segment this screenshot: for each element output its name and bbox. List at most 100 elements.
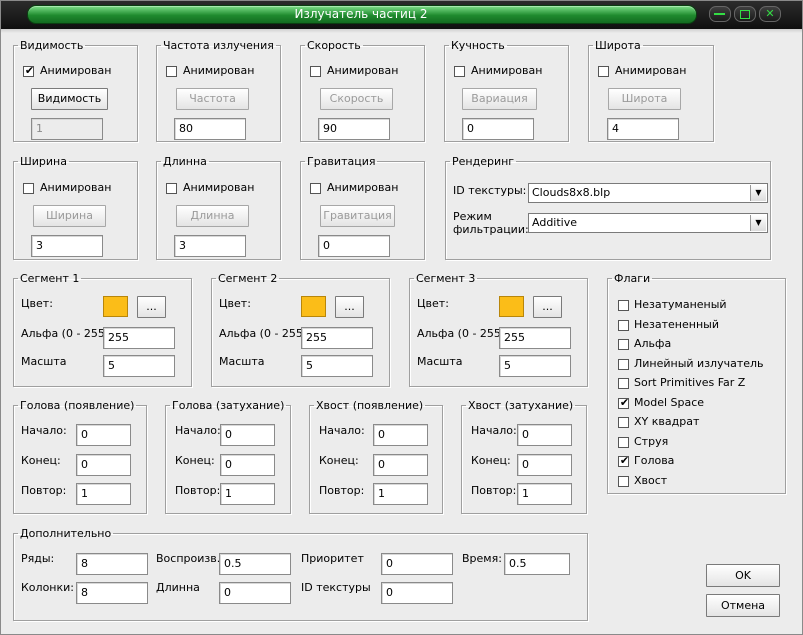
texture-id-field[interactable]: 0 [381, 582, 453, 604]
flag-checkbox-7[interactable] [618, 437, 629, 448]
color-picker-button[interactable]: ... [335, 296, 364, 318]
dialog-window: Излучатель частиц 2 ✕ Видимость ✔ Анимир… [0, 0, 803, 635]
playback-field[interactable]: 0.5 [219, 553, 291, 575]
repeat-field[interactable]: 1 [220, 483, 275, 505]
animated-label: Анимирован [615, 64, 687, 77]
group-title: Видимость [20, 39, 84, 52]
color-swatch[interactable] [499, 296, 524, 317]
flag-checkbox-4[interactable] [618, 378, 629, 389]
repeat-field[interactable]: 1 [373, 483, 428, 505]
scale-field[interactable]: 5 [103, 355, 175, 377]
cancel-button[interactable]: Отмена [706, 594, 780, 617]
start-label: Начало: [175, 424, 221, 437]
scale-field[interactable]: 5 [499, 355, 571, 377]
columns-field[interactable]: 8 [76, 582, 148, 604]
priority-field[interactable]: 0 [381, 553, 453, 575]
visibility-button[interactable]: Видимость [31, 88, 108, 110]
time-field[interactable]: 0.5 [504, 553, 570, 575]
repeat-field[interactable]: 1 [517, 483, 572, 505]
animated-label: Анимирован [471, 64, 543, 77]
animated-label: Анимирован [327, 181, 399, 194]
animated-checkbox[interactable] [310, 183, 321, 194]
color-swatch[interactable] [103, 296, 128, 317]
flag-checkbox-9[interactable] [618, 476, 629, 487]
close-button[interactable]: ✕ [759, 6, 781, 22]
gravity-value-field[interactable]: 0 [318, 235, 390, 257]
group-title: Широта [595, 39, 641, 52]
end-field[interactable]: 0 [76, 454, 131, 476]
filter-mode-select[interactable]: Additive ▼ [528, 213, 768, 233]
end-label: Конец: [175, 454, 215, 467]
alpha-field[interactable]: 255 [103, 327, 175, 349]
scale-label: Масшта [21, 355, 67, 368]
color-swatch[interactable] [301, 296, 326, 317]
color-label: Цвет: [417, 297, 449, 310]
scale-field[interactable]: 5 [301, 355, 373, 377]
end-field[interactable]: 0 [517, 454, 572, 476]
flag-checkbox-3[interactable] [618, 359, 629, 370]
repeat-field[interactable]: 1 [76, 483, 131, 505]
animated-checkbox[interactable]: ✔ [23, 64, 34, 77]
rate-value-field[interactable]: 80 [174, 118, 246, 140]
flag-checkbox-1[interactable] [618, 320, 629, 331]
group-flags: Флаги Незатуманеный Незатененный Альфа Л… [607, 272, 786, 494]
group-speed: Скорость Анимирован Скорость 90 [300, 39, 425, 142]
flag-checkbox-5[interactable]: ✔ [618, 396, 629, 409]
group-title: Голова (появление) [20, 399, 135, 412]
chevron-down-icon: ▼ [750, 185, 766, 201]
flag-label-7: Струя [634, 435, 669, 448]
flag-checkbox-2[interactable] [618, 339, 629, 350]
animated-checkbox[interactable] [454, 66, 465, 77]
flag-label-6: XY квадрат [634, 415, 700, 428]
animated-checkbox[interactable] [23, 183, 34, 194]
alpha-field[interactable]: 255 [301, 327, 373, 349]
end-field[interactable]: 0 [373, 454, 428, 476]
animated-checkbox[interactable] [166, 66, 177, 77]
flag-checkbox-8[interactable]: ✔ [618, 454, 629, 467]
start-field[interactable]: 0 [373, 424, 428, 446]
group-latitude: Широта Анимирован Широта 4 [588, 39, 714, 142]
gravity-button: Гравитация [320, 205, 395, 227]
speed-value-field[interactable]: 90 [318, 118, 390, 140]
animated-checkbox[interactable] [598, 66, 609, 77]
title-bar[interactable]: Излучатель частиц 2 ✕ [1, 1, 802, 29]
maximize-button[interactable] [734, 6, 756, 22]
texture-select[interactable]: Clouds8x8.blp ▼ [528, 183, 768, 203]
group-title: Хвост (затухание) [468, 399, 574, 412]
animated-checkbox[interactable] [310, 66, 321, 77]
range-head-appear: Голова (появление) Начало: 0 Конец: 0 По… [13, 399, 147, 514]
time-label: Время: [462, 552, 502, 565]
flag-label-4: Sort Primitives Far Z [634, 376, 746, 389]
width-value-field[interactable]: 3 [31, 235, 103, 257]
latitude-value-field[interactable]: 4 [607, 118, 679, 140]
width-button: Ширина [33, 205, 106, 227]
texture-id-label: ID текстуры: [453, 184, 527, 197]
length-button: Длинна [176, 205, 249, 227]
density-value-field[interactable]: 0 [462, 118, 534, 140]
end-field[interactable]: 0 [220, 454, 275, 476]
scale-label: Масшта [417, 355, 463, 368]
group-title: Скорость [307, 39, 361, 52]
ok-button[interactable]: OK [706, 564, 780, 587]
color-picker-button[interactable]: ... [533, 296, 562, 318]
alpha-field[interactable]: 255 [499, 327, 571, 349]
rows-field[interactable]: 8 [76, 553, 148, 575]
minimize-button[interactable] [709, 6, 731, 22]
length-field[interactable]: 0 [219, 582, 291, 604]
start-field[interactable]: 0 [220, 424, 275, 446]
length-value-field[interactable]: 3 [174, 235, 246, 257]
start-label: Начало: [471, 424, 517, 437]
priority-label: Приоритет [301, 552, 364, 565]
group-title: Флаги [614, 272, 651, 285]
flag-checkbox-0[interactable] [618, 300, 629, 311]
start-field[interactable]: 0 [517, 424, 572, 446]
animated-label: Анимирован [183, 64, 255, 77]
flag-label-0: Незатуманеный [634, 298, 727, 311]
animated-checkbox[interactable] [166, 183, 177, 194]
maximize-icon [740, 10, 750, 19]
flag-checkbox-6[interactable] [618, 417, 629, 428]
range-tail-appear: Хвост (появление) Начало: 0 Конец: 0 Пов… [309, 399, 443, 514]
color-picker-button[interactable]: ... [137, 296, 166, 318]
start-field[interactable]: 0 [76, 424, 131, 446]
filter-mode-label-1: Режим [453, 210, 492, 223]
